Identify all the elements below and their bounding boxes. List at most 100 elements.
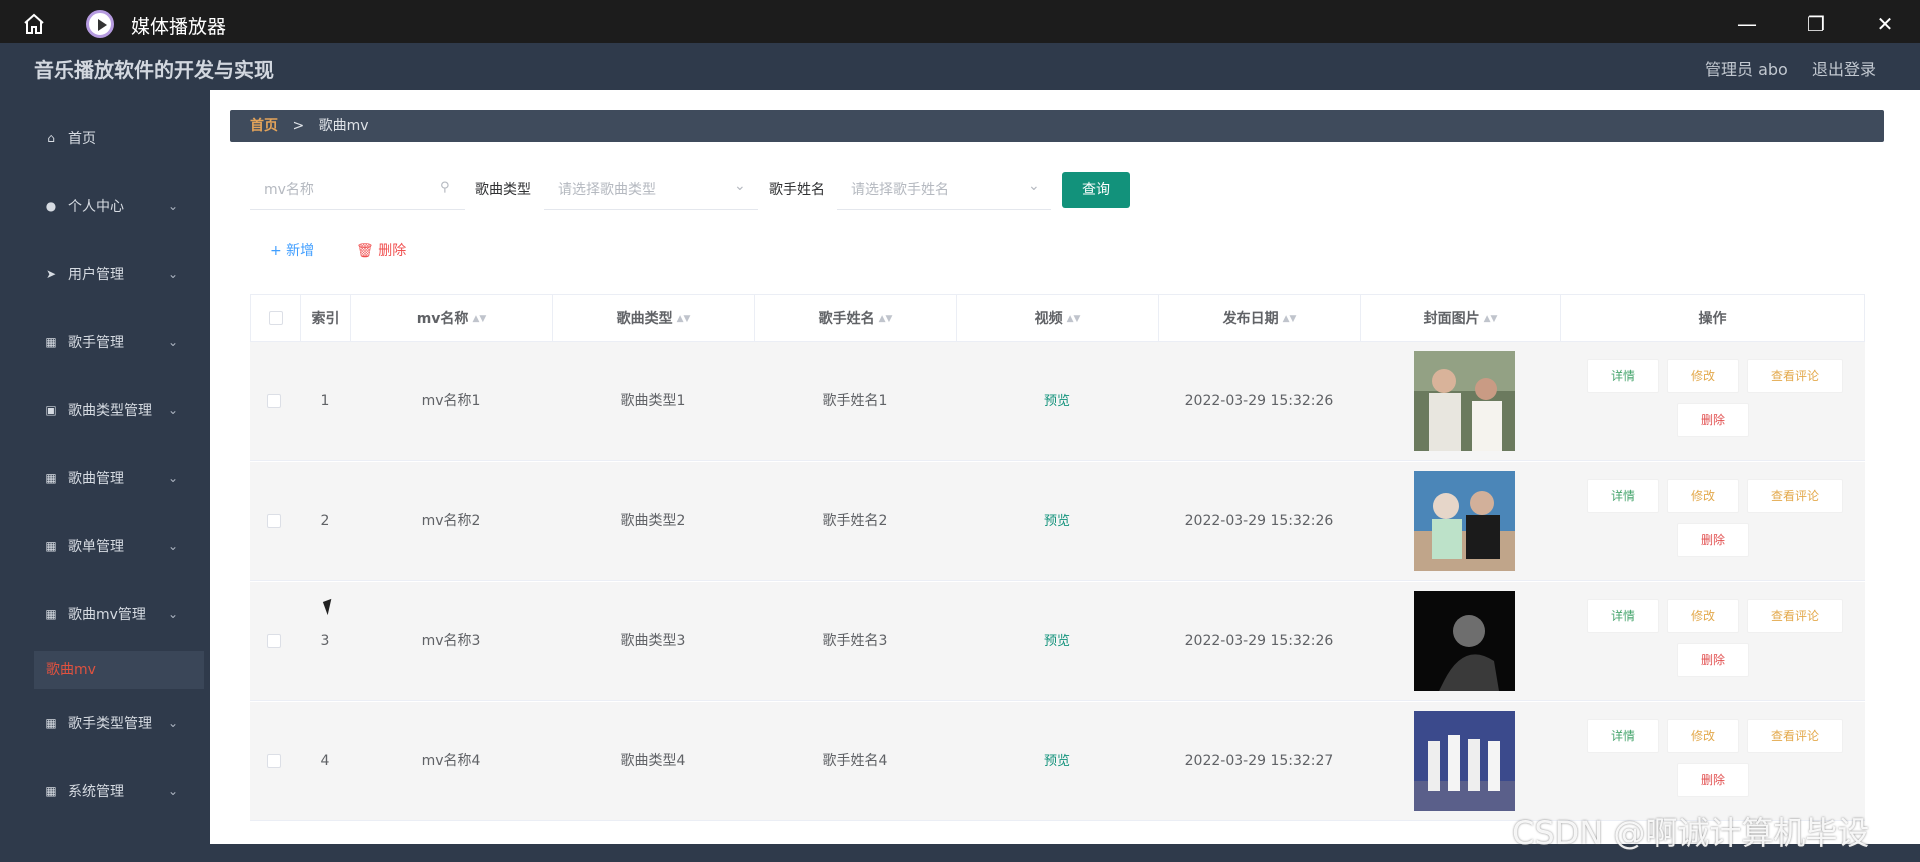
- delete-row-button[interactable]: 删除: [1677, 523, 1749, 557]
- song-type-select[interactable]: 请选择歌曲类型: [544, 170, 758, 210]
- cover-image: [1414, 711, 1515, 811]
- detail-button[interactable]: 详情: [1587, 719, 1659, 753]
- table-row: 4 mv名称4 歌曲类型4 歌手姓名4 预览 2022-03-29 15:32:…: [250, 702, 1865, 821]
- delete-button[interactable]: 🗑 删除: [356, 240, 406, 260]
- home-icon[interactable]: [22, 12, 46, 36]
- close-icon[interactable]: ✕: [1873, 12, 1897, 36]
- edit-button[interactable]: 修改: [1667, 479, 1739, 513]
- detail-button[interactable]: 详情: [1587, 479, 1659, 513]
- chevron-down-icon: ⌄: [734, 178, 746, 194]
- row-checkbox[interactable]: [267, 514, 281, 528]
- sort-icon[interactable]: ▲▼: [677, 295, 691, 343]
- sidebar-item-label: 个人中心: [68, 199, 124, 215]
- cell-index: 4: [320, 753, 330, 769]
- edit-button[interactable]: 修改: [1667, 719, 1739, 753]
- sidebar-item-label: 首页: [68, 131, 96, 147]
- chevron-down-icon: ⌄: [1028, 178, 1040, 194]
- window-titlebar: 媒体播放器 — ❐ ✕: [0, 0, 1920, 47]
- chevron-down-icon: ⌄: [168, 199, 179, 213]
- sort-icon[interactable]: ▲▼: [1067, 295, 1081, 343]
- sidebar-subitem-song-mv[interactable]: 歌曲mv: [34, 651, 204, 689]
- row-checkbox[interactable]: [267, 754, 281, 768]
- sidebar-item-label: 歌手类型管理: [68, 716, 152, 732]
- cell-date: 2022-03-29 15:32:26: [1184, 393, 1334, 409]
- video-preview-link[interactable]: 预览: [956, 582, 1158, 701]
- sidebar-item-label: 歌单管理: [68, 539, 124, 555]
- query-button[interactable]: 查询: [1062, 172, 1130, 208]
- restore-icon[interactable]: ❐: [1804, 12, 1828, 36]
- header-singer[interactable]: 歌手姓名 ▲▼: [755, 295, 957, 343]
- grid-icon: ▦: [45, 471, 57, 485]
- view-comments-button[interactable]: 查看评论: [1747, 599, 1843, 633]
- delete-label: 删除: [378, 243, 407, 259]
- view-comments-button[interactable]: 查看评论: [1747, 359, 1843, 393]
- view-comments-button[interactable]: 查看评论: [1747, 479, 1843, 513]
- grid-icon: ▦: [45, 784, 57, 798]
- cell-singer: 歌手姓名3: [822, 633, 888, 649]
- song-type-label: 歌曲类型: [475, 182, 531, 198]
- chevron-down-icon: ⌄: [168, 784, 179, 798]
- detail-button[interactable]: 详情: [1587, 599, 1659, 633]
- view-comments-button[interactable]: 查看评论: [1747, 719, 1843, 753]
- send-icon: ➤: [45, 267, 57, 281]
- app-title: 音乐播放软件的开发与实现: [34, 58, 274, 82]
- sidebar-item-home[interactable]: ⌂ 首页: [0, 118, 210, 158]
- cell-mv-name: mv名称4: [421, 753, 481, 769]
- breadcrumb-separator: >: [292, 118, 305, 134]
- video-preview-link[interactable]: 预览: [956, 702, 1158, 821]
- header-mv-name[interactable]: mv名称 ▲▼: [351, 295, 553, 343]
- app-header: 音乐播放软件的开发与实现 管理员 abo 退出登录: [0, 43, 1920, 90]
- cell-date: 2022-03-29 15:32:26: [1184, 513, 1334, 529]
- chevron-down-icon: ⌄: [168, 539, 179, 553]
- header-song-type[interactable]: 歌曲类型 ▲▼: [553, 295, 755, 343]
- header-label: 视频: [1034, 311, 1063, 327]
- cell-song-type: 歌曲类型1: [620, 393, 686, 409]
- delete-row-button[interactable]: 删除: [1677, 763, 1749, 797]
- sort-icon[interactable]: ▲▼: [879, 295, 893, 343]
- header-cover[interactable]: 封面图片 ▲▼: [1361, 295, 1561, 343]
- video-preview-link[interactable]: 预览: [956, 342, 1158, 461]
- mv-name-input[interactable]: mv名称: [250, 170, 465, 210]
- sidebar-item-songs[interactable]: ▦ 歌曲管理 ⌄: [0, 458, 210, 498]
- logout-link[interactable]: 退出登录: [1812, 56, 1876, 80]
- sidebar-item-label: 歌曲管理: [68, 471, 124, 487]
- video-preview-link[interactable]: 预览: [956, 462, 1158, 581]
- grid-icon: ▦: [45, 716, 57, 730]
- header-label: 歌手姓名: [818, 311, 875, 327]
- edit-button[interactable]: 修改: [1667, 359, 1739, 393]
- delete-row-button[interactable]: 删除: [1677, 643, 1749, 677]
- header-video[interactable]: 视频 ▲▼: [957, 295, 1159, 343]
- sidebar-item-label: 用户管理: [68, 267, 124, 283]
- chevron-down-icon: ⌄: [168, 267, 179, 281]
- chevron-down-icon: ⌄: [168, 335, 179, 349]
- sidebar-item-profile[interactable]: ● 个人中心 ⌄: [0, 186, 210, 226]
- row-checkbox[interactable]: [267, 634, 281, 648]
- sidebar-item-song-mv[interactable]: ▦ 歌曲mv管理 ⌄: [0, 594, 210, 634]
- delete-row-button[interactable]: 删除: [1677, 403, 1749, 437]
- singer-name-select[interactable]: 请选择歌手姓名: [837, 170, 1051, 210]
- breadcrumb-home[interactable]: 首页: [250, 118, 278, 134]
- sort-icon[interactable]: ▲▼: [1484, 295, 1498, 343]
- sidebar-item-label: 系统管理: [68, 784, 124, 800]
- sort-icon[interactable]: ▲▼: [1283, 295, 1297, 343]
- header-label: mv名称: [416, 311, 469, 327]
- sidebar-item-playlists[interactable]: ▦ 歌单管理 ⌄: [0, 526, 210, 566]
- edit-button[interactable]: 修改: [1667, 599, 1739, 633]
- sort-icon[interactable]: ▲▼: [472, 295, 486, 343]
- cell-index: 1: [320, 393, 330, 409]
- add-button[interactable]: + 新增: [270, 240, 314, 260]
- clipboard-icon: ▦: [45, 539, 57, 553]
- select-all-checkbox[interactable]: [269, 311, 283, 325]
- cell-song-type: 歌曲类型3: [620, 633, 686, 649]
- sidebar-item-users[interactable]: ➤ 用户管理 ⌄: [0, 254, 210, 294]
- sidebar-item-singer-types[interactable]: ▦ 歌手类型管理 ⌄: [0, 703, 210, 743]
- minimize-icon[interactable]: —: [1735, 12, 1759, 36]
- row-checkbox[interactable]: [267, 394, 281, 408]
- header-date[interactable]: 发布日期 ▲▼: [1159, 295, 1361, 343]
- search-icon: ⚲: [440, 180, 450, 195]
- sidebar-item-song-types[interactable]: ▣ 歌曲类型管理 ⌄: [0, 390, 210, 430]
- sidebar-item-singers[interactable]: ▦ 歌手管理 ⌄: [0, 322, 210, 362]
- detail-button[interactable]: 详情: [1587, 359, 1659, 393]
- sidebar-item-system[interactable]: ▦ 系统管理 ⌄: [0, 771, 210, 811]
- breadcrumb-current: 歌曲mv: [318, 118, 369, 134]
